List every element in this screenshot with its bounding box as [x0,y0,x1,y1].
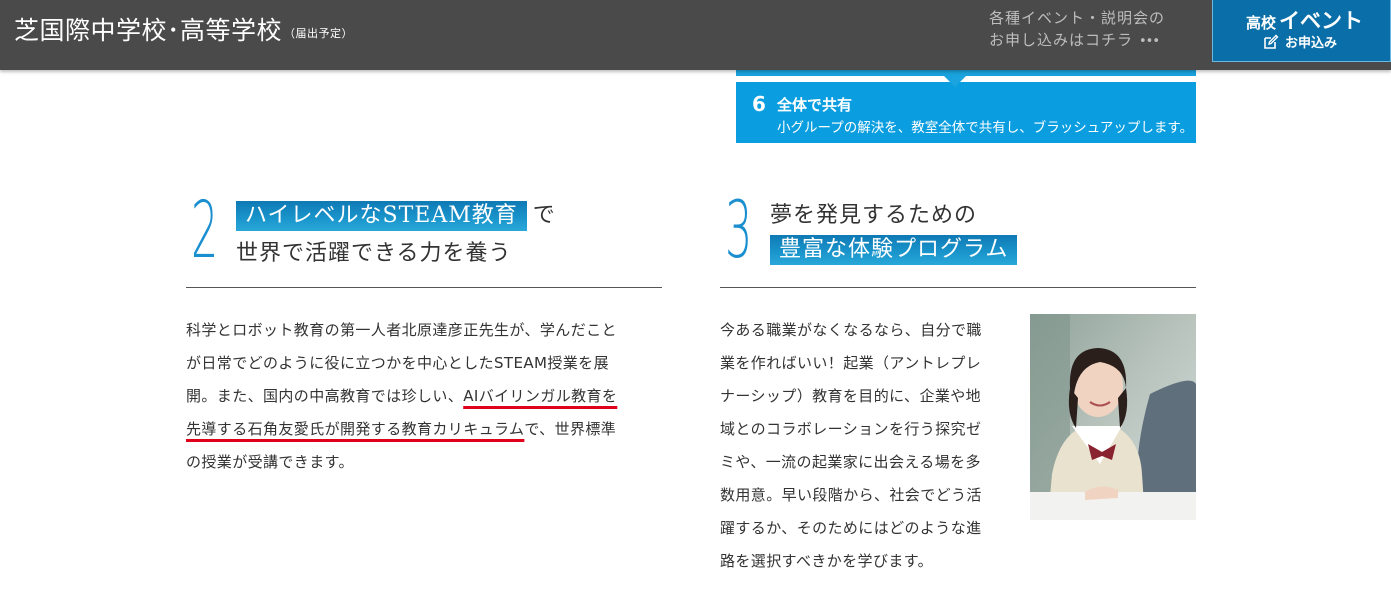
school-note: （届出予定） [284,27,354,40]
more-dots-icon: ••• [1139,34,1160,49]
section3-body-line: ミや、一流の起業家に出会える場を多 [720,453,981,471]
event-link-line2: お申し込みはコチラ [989,31,1134,49]
section2-body-line: が日常でどのように役に立つかを中心としたSTEAM授業を展 [186,354,609,372]
section3-number: 3 [725,186,753,276]
step6-title: 全体で共有 [777,96,853,114]
section2-underlined-text: 先導する石角友愛氏が開発する教育カリキュラム [186,420,525,438]
high-school-event-button[interactable]: 高校 イベント お申込み [1212,0,1391,62]
section3-body-line: 業を作ればいい！起業（アントレプレ [720,354,982,372]
section3-heading-line1: 夢を発見するための [770,203,978,228]
site-header: 芝国際中学校･高等学校 （届出予定） 各種イベント・説明会の お申し込みはコチラ •… [0,0,1391,70]
step6-box: 6 全体で共有 小グループの解決を、教室全体で共有し、ブラッシュアップします。 [736,82,1196,143]
section2-heading-after: で [532,203,556,228]
section2-heading-line1: ハイレベルなSTEAM教育で [236,197,556,231]
section2-body-line: 科学とロボット教育の第一人者北原達彦正先生が、学んだこと [186,321,617,339]
section3-body-line: 路を選択すべきかを学びます。 [720,552,934,570]
section3-body-line: 域とのコラボレーションを行う探究ゼ [720,420,982,438]
section2-number: 2 [191,186,219,276]
step6-description: 小グループの解決を、教室全体で共有し、ブラッシュアップします。 [777,120,1194,136]
step-arrow-icon [943,75,967,87]
section2-divider [186,287,662,288]
section2-body-line: 開。また、国内の中高教育では珍しい、AIバイリンガル教育を [186,380,666,413]
school-logo[interactable]: 芝国際中学校･高等学校 （届出予定） [14,11,353,47]
event-link-line1: 各種イベント・説明会の [989,9,1166,27]
section3-heading-line2: 豊富な体験プログラム [770,235,1018,265]
section2-heading-line2: 世界で活躍できる力を養う [236,241,512,266]
section3-body-line: 数用意。早い段階から、社会でどう活 [720,486,982,504]
step6-number: 6 [752,92,766,116]
section3-body-line: ナーシップ）教育を目的に、企業や地 [720,387,982,405]
section3-body: 今ある職業がなくなるなら、自分で職 業を作ればいい！起業（アントレプレ ナーシッ… [720,314,1015,578]
section3-heading-highlight: 豊富な体験プログラム [770,235,1018,265]
section2-body-text: 開。また、国内の中高教育では珍しい、 [186,387,464,405]
student-photo [1030,314,1196,520]
section2-heading-highlight: ハイレベルなSTEAM教育 [236,201,527,231]
section2-underlined-text: AIバイリンガル教育を [463,387,618,405]
section2-body-text: で、世界標準 [524,420,617,438]
event-button-label-big: イベント [1279,9,1364,33]
section2-body-line: 先導する石角友愛氏が開発する教育カリキュラムで、世界標準 [186,413,666,446]
section3-divider [720,287,1196,288]
section3-body-line: 今ある職業がなくなるなら、自分で職 [720,321,982,339]
section3-body-line: 躍するか、そのためにはどのような進 [720,519,982,537]
edit-icon [1263,34,1279,54]
event-button-label-small: 高校 [1246,14,1277,32]
event-button-label-sub: お申込み [1285,36,1338,51]
event-application-link[interactable]: 各種イベント・説明会の お申し込みはコチラ ••• [989,7,1189,53]
section2-body-line: の授業が受講できます。 [186,453,354,471]
section2-body: 科学とロボット教育の第一人者北原達彦正先生が、学んだこと が日常でどのように役に… [186,314,666,479]
school-name: 芝国際中学校･高等学校 [14,16,283,45]
